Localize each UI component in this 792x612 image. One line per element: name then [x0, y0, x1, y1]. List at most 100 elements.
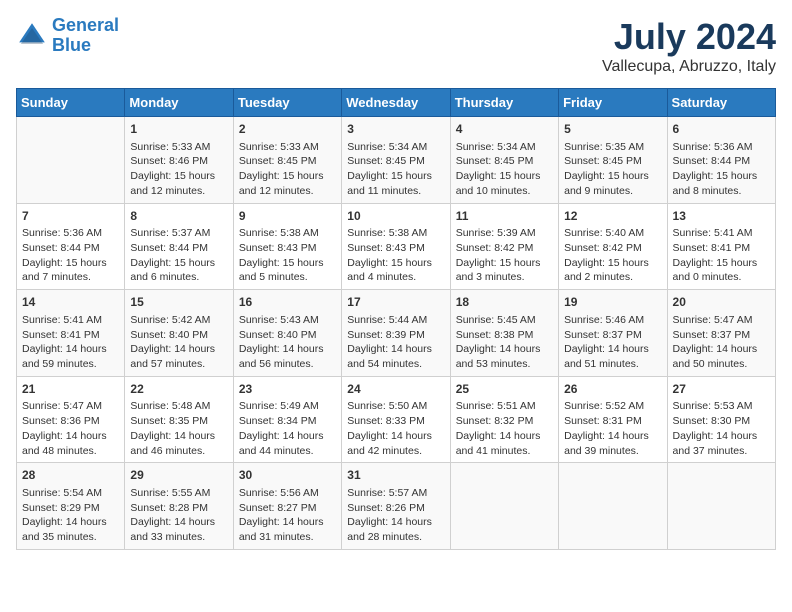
day-number: 1 — [130, 121, 227, 138]
day-info: Sunrise: 5:33 AM Sunset: 8:46 PM Dayligh… — [130, 140, 227, 199]
day-number: 2 — [239, 121, 336, 138]
day-info: Sunrise: 5:34 AM Sunset: 8:45 PM Dayligh… — [456, 140, 553, 199]
logo: General Blue — [16, 16, 119, 56]
day-info: Sunrise: 5:41 AM Sunset: 8:41 PM Dayligh… — [22, 313, 119, 372]
day-info: Sunrise: 5:33 AM Sunset: 8:45 PM Dayligh… — [239, 140, 336, 199]
calendar-cell: 23Sunrise: 5:49 AM Sunset: 8:34 PM Dayli… — [233, 376, 341, 463]
day-info: Sunrise: 5:57 AM Sunset: 8:26 PM Dayligh… — [347, 486, 444, 545]
day-info: Sunrise: 5:44 AM Sunset: 8:39 PM Dayligh… — [347, 313, 444, 372]
day-info: Sunrise: 5:56 AM Sunset: 8:27 PM Dayligh… — [239, 486, 336, 545]
day-number: 8 — [130, 208, 227, 225]
day-number: 28 — [22, 467, 119, 484]
day-number: 11 — [456, 208, 553, 225]
calendar-cell: 20 Sunrise: 5:47 AM Sunset: 8:37 PM Dayli… — [667, 290, 775, 377]
header-day-friday: Friday — [559, 89, 667, 117]
day-number: 19 — [564, 294, 661, 311]
header-day-tuesday: Tuesday — [233, 89, 341, 117]
calendar-cell: 1 Sunrise: 5:33 AM Sunset: 8:46 PM Daylig… — [125, 117, 233, 204]
day-info: Sunrise: 5:46 AM Sunset: 8:37 PM Dayligh… — [564, 313, 661, 372]
day-info: Sunrise: 5:53 AM Sunset: 8:30 PM Dayligh… — [673, 399, 770, 458]
day-number: 26 — [564, 381, 661, 398]
main-title: July 2024 — [602, 16, 776, 58]
calendar-cell — [450, 463, 558, 550]
day-number: 23 — [239, 381, 336, 398]
calendar-cell — [17, 117, 125, 204]
calendar-cell: 24Sunrise: 5:50 AM Sunset: 8:33 PM Dayli… — [342, 376, 450, 463]
day-number: 10 — [347, 208, 444, 225]
calendar-cell: 12Sunrise: 5:40 AM Sunset: 8:42 PM Dayli… — [559, 203, 667, 290]
day-number: 5 — [564, 121, 661, 138]
calendar-cell: 29Sunrise: 5:55 AM Sunset: 8:28 PM Dayli… — [125, 463, 233, 550]
day-number: 18 — [456, 294, 553, 311]
header-day-sunday: Sunday — [17, 89, 125, 117]
calendar-cell: 22Sunrise: 5:48 AM Sunset: 8:35 PM Dayli… — [125, 376, 233, 463]
day-number: 30 — [239, 467, 336, 484]
week-row-3: 14 Sunrise: 5:41 AM Sunset: 8:41 PM Dayli… — [17, 290, 776, 377]
calendar-cell: 9Sunrise: 5:38 AM Sunset: 8:43 PM Daylig… — [233, 203, 341, 290]
week-row-1: 1 Sunrise: 5:33 AM Sunset: 8:46 PM Daylig… — [17, 117, 776, 204]
calendar-cell: 2 Sunrise: 5:33 AM Sunset: 8:45 PM Daylig… — [233, 117, 341, 204]
day-number: 16 — [239, 294, 336, 311]
day-info: Sunrise: 5:47 AM Sunset: 8:37 PM Dayligh… — [673, 313, 770, 372]
day-info: Sunrise: 5:36 AM Sunset: 8:44 PM Dayligh… — [22, 226, 119, 285]
day-number: 21 — [22, 381, 119, 398]
day-number: 14 — [22, 294, 119, 311]
title-area: July 2024 Vallecupa, Abruzzo, Italy — [602, 16, 776, 76]
header-day-monday: Monday — [125, 89, 233, 117]
logo-text: General Blue — [52, 16, 119, 56]
day-number: 25 — [456, 381, 553, 398]
day-number: 29 — [130, 467, 227, 484]
day-number: 17 — [347, 294, 444, 311]
day-number: 24 — [347, 381, 444, 398]
calendar-cell: 17 Sunrise: 5:44 AM Sunset: 8:39 PM Dayli… — [342, 290, 450, 377]
day-number: 31 — [347, 467, 444, 484]
day-info: Sunrise: 5:38 AM Sunset: 8:43 PM Dayligh… — [239, 226, 336, 285]
day-info: Sunrise: 5:50 AM Sunset: 8:33 PM Dayligh… — [347, 399, 444, 458]
header-day-wednesday: Wednesday — [342, 89, 450, 117]
calendar-cell: 25Sunrise: 5:51 AM Sunset: 8:32 PM Dayli… — [450, 376, 558, 463]
calendar-cell: 28 Sunrise: 5:54 AM Sunset: 8:29 PM Dayli… — [17, 463, 125, 550]
day-info: Sunrise: 5:47 AM Sunset: 8:36 PM Dayligh… — [22, 399, 119, 458]
day-info: Sunrise: 5:43 AM Sunset: 8:40 PM Dayligh… — [239, 313, 336, 372]
day-info: Sunrise: 5:49 AM Sunset: 8:34 PM Dayligh… — [239, 399, 336, 458]
day-number: 4 — [456, 121, 553, 138]
day-info: Sunrise: 5:35 AM Sunset: 8:45 PM Dayligh… — [564, 140, 661, 199]
calendar-cell: 5 Sunrise: 5:35 AM Sunset: 8:45 PM Daylig… — [559, 117, 667, 204]
calendar-cell: 4 Sunrise: 5:34 AM Sunset: 8:45 PM Daylig… — [450, 117, 558, 204]
day-info: Sunrise: 5:34 AM Sunset: 8:45 PM Dayligh… — [347, 140, 444, 199]
calendar-cell: 16 Sunrise: 5:43 AM Sunset: 8:40 PM Dayli… — [233, 290, 341, 377]
calendar-cell: 18 Sunrise: 5:45 AM Sunset: 8:38 PM Dayli… — [450, 290, 558, 377]
day-number: 12 — [564, 208, 661, 225]
day-info: Sunrise: 5:41 AM Sunset: 8:41 PM Dayligh… — [673, 226, 770, 285]
calendar-cell — [559, 463, 667, 550]
header-day-saturday: Saturday — [667, 89, 775, 117]
day-number: 22 — [130, 381, 227, 398]
calendar-cell: 21Sunrise: 5:47 AM Sunset: 8:36 PM Dayli… — [17, 376, 125, 463]
day-info: Sunrise: 5:54 AM Sunset: 8:29 PM Dayligh… — [22, 486, 119, 545]
logo-icon — [16, 20, 48, 52]
day-info: Sunrise: 5:51 AM Sunset: 8:32 PM Dayligh… — [456, 399, 553, 458]
day-number: 27 — [673, 381, 770, 398]
week-row-4: 21Sunrise: 5:47 AM Sunset: 8:36 PM Dayli… — [17, 376, 776, 463]
day-number: 9 — [239, 208, 336, 225]
calendar-cell: 7Sunrise: 5:36 AM Sunset: 8:44 PM Daylig… — [17, 203, 125, 290]
calendar-table: SundayMondayTuesdayWednesdayThursdayFrid… — [16, 88, 776, 550]
calendar-cell: 3Sunrise: 5:34 AM Sunset: 8:45 PM Daylig… — [342, 117, 450, 204]
calendar-cell: 31 Sunrise: 5:57 AM Sunset: 8:26 PM Dayli… — [342, 463, 450, 550]
header-row: SundayMondayTuesdayWednesdayThursdayFrid… — [17, 89, 776, 117]
calendar-cell: 19 Sunrise: 5:46 AM Sunset: 8:37 PM Dayli… — [559, 290, 667, 377]
day-info: Sunrise: 5:45 AM Sunset: 8:38 PM Dayligh… — [456, 313, 553, 372]
calendar-cell: 26Sunrise: 5:52 AM Sunset: 8:31 PM Dayli… — [559, 376, 667, 463]
day-info: Sunrise: 5:42 AM Sunset: 8:40 PM Dayligh… — [130, 313, 227, 372]
week-row-5: 28 Sunrise: 5:54 AM Sunset: 8:29 PM Dayli… — [17, 463, 776, 550]
calendar-cell: 6Sunrise: 5:36 AM Sunset: 8:44 PM Daylig… — [667, 117, 775, 204]
day-number: 15 — [130, 294, 227, 311]
day-number: 6 — [673, 121, 770, 138]
day-number: 20 — [673, 294, 770, 311]
day-info: Sunrise: 5:48 AM Sunset: 8:35 PM Dayligh… — [130, 399, 227, 458]
header: General Blue July 2024 Vallecupa, Abruzz… — [16, 16, 776, 76]
day-info: Sunrise: 5:37 AM Sunset: 8:44 PM Dayligh… — [130, 226, 227, 285]
header-day-thursday: Thursday — [450, 89, 558, 117]
calendar-cell: 13Sunrise: 5:41 AM Sunset: 8:41 PM Dayli… — [667, 203, 775, 290]
day-info: Sunrise: 5:38 AM Sunset: 8:43 PM Dayligh… — [347, 226, 444, 285]
